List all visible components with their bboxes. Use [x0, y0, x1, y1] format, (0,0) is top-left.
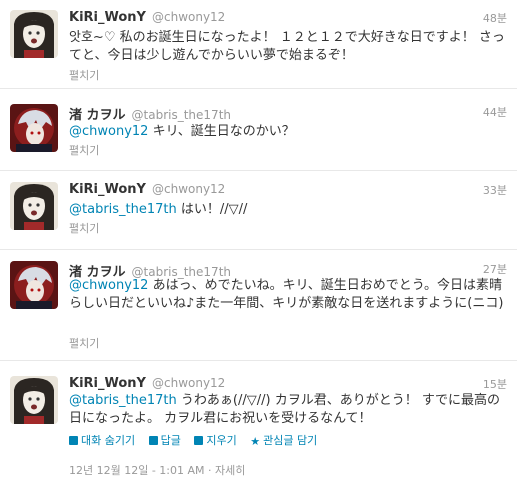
delete-label: 지우기 — [206, 434, 237, 447]
tweet[interactable]: 渚 カヲル @tabris_the17th 27분 @chwony12 あはっ、め… — [0, 251, 517, 361]
author-handle[interactable]: @chwony12 — [152, 10, 225, 24]
mention-link[interactable]: @chwony12 — [69, 124, 148, 139]
favorite-button[interactable]: ★ 관심글 담기 — [250, 434, 318, 448]
tweet-text: @tabris_the17th はい！//▽// — [69, 201, 507, 219]
reply-label: 답글 — [160, 434, 181, 447]
expand-link[interactable]: 펼치기 — [69, 142, 99, 158]
tweet-text: @tabris_the17th うわあぁ(//▽//) カヲル君、ありがとう！ … — [69, 392, 507, 428]
avatar-kaworu[interactable] — [10, 104, 58, 152]
mention-link[interactable]: @chwony12 — [69, 278, 148, 293]
author-name[interactable]: 渚 カヲル — [69, 108, 126, 123]
tweet-actions: 대화 숨기기 답글 지우기 ★ 관심글 담기 — [69, 432, 327, 448]
separator: · — [208, 464, 216, 477]
tweet-text: 앗호~♡ 私のお誕生日になったよ！ １２と１２で大好きな日ですよ！ さってと、今… — [69, 29, 507, 65]
tweet-meta: 12년 12월 12일 - 1:01 AM · 자세히 — [69, 462, 245, 478]
author-name[interactable]: KiRi_WonY — [69, 10, 146, 25]
mention-link[interactable]: @tabris_the17th — [69, 393, 177, 408]
tweet-body: はい！//▽// — [176, 202, 248, 217]
avatar-kiri[interactable] — [10, 182, 58, 230]
tweet-time[interactable]: 15분 — [483, 376, 507, 392]
star-icon: ★ — [250, 435, 261, 448]
expand-link[interactable]: 펼치기 — [69, 220, 99, 236]
hide-conversation-button[interactable]: 대화 숨기기 — [69, 434, 135, 447]
tweet[interactable]: KiRi_WonY @chwony12 48분 앗호~♡ 私のお誕生日になったよ！… — [0, 0, 517, 89]
avatar-kaworu[interactable] — [10, 261, 58, 309]
tweet-body: キリ、誕生日なのかい？ — [148, 124, 295, 139]
reply-button[interactable]: 답글 — [148, 434, 181, 447]
tweet-time[interactable]: 27분 — [483, 261, 507, 277]
tweet-text: @chwony12 あはっ、めでたいね。キリ、誕生日おめでとう。今日は素晴らしい… — [69, 277, 507, 313]
author-name[interactable]: KiRi_WonY — [69, 182, 146, 197]
avatar-kiri[interactable] — [10, 376, 58, 424]
tweet-focused[interactable]: KiRi_WonY @chwony12 15분 @tabris_the17th う… — [0, 362, 517, 489]
details-link[interactable]: 자세히 — [215, 464, 245, 477]
reply-icon — [148, 436, 158, 445]
tweet-timestamp[interactable]: 12년 12월 12일 - 1:01 AM — [69, 464, 205, 477]
author-name[interactable]: KiRi_WonY — [69, 376, 146, 391]
author-handle[interactable]: @chwony12 — [152, 182, 225, 196]
author-handle[interactable]: @chwony12 — [152, 376, 225, 390]
author-handle[interactable]: @tabris_the17th — [132, 108, 231, 122]
hide-conversation-label: 대화 숨기기 — [81, 434, 136, 447]
speech-bubble-icon — [69, 436, 78, 445]
mention-link[interactable]: @tabris_the17th — [69, 202, 177, 217]
tweet[interactable]: 渚 カヲル @tabris_the17th 44분 @chwony12 キリ、誕生… — [0, 90, 517, 171]
delete-button[interactable]: 지우기 — [194, 434, 237, 447]
expand-link[interactable]: 펼치기 — [69, 67, 99, 83]
tweet-time[interactable]: 48분 — [483, 10, 507, 26]
tweet-time[interactable]: 33분 — [483, 182, 507, 198]
tweet-body: 앗호~♡ 私のお誕生日になったよ！ １２と１２で大好きな日ですよ！ さってと、今… — [69, 30, 505, 63]
favorite-label: 관심글 담기 — [263, 434, 318, 447]
trash-icon — [194, 436, 204, 445]
avatar-kiri[interactable] — [10, 10, 58, 58]
expand-link[interactable]: 펼치기 — [69, 335, 99, 351]
tweet[interactable]: KiRi_WonY @chwony12 33분 @tabris_the17th は… — [0, 172, 517, 250]
tweet-text: @chwony12 キリ、誕生日なのかい？ — [69, 123, 507, 141]
tweet-time[interactable]: 44분 — [483, 104, 507, 120]
